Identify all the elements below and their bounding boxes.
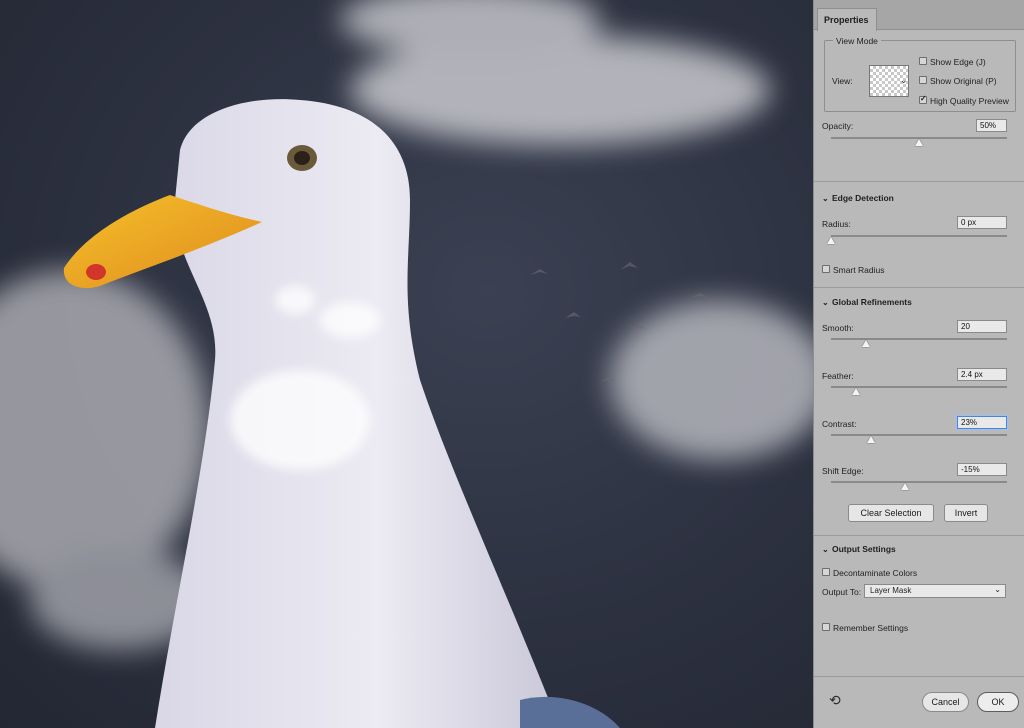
panel-tab-strip: Properties bbox=[814, 0, 1024, 31]
decontaminate-colors-checkbox[interactable] bbox=[822, 568, 830, 576]
view-mode-legend: View Mode bbox=[833, 36, 881, 46]
contrast-slider-thumb[interactable] bbox=[867, 436, 876, 443]
chevron-down-icon: ⌄ bbox=[822, 545, 829, 554]
invert-button[interactable]: Invert bbox=[944, 504, 988, 522]
show-edge-checkbox[interactable] bbox=[919, 57, 927, 65]
chevron-down-icon[interactable]: ⌄ bbox=[900, 75, 908, 86]
high-quality-preview-checkbox[interactable] bbox=[919, 94, 927, 104]
remember-settings-label: Remember Settings bbox=[833, 623, 909, 633]
view-mode-group: View Mode View: ⌄ Show Edge (J) Show Ori… bbox=[824, 36, 1016, 112]
feather-slider-thumb[interactable] bbox=[851, 388, 860, 395]
clear-selection-button[interactable]: Clear Selection bbox=[848, 504, 934, 522]
section-divider bbox=[814, 535, 1024, 536]
chevron-down-icon: ⌄ bbox=[822, 298, 829, 307]
smart-radius-label: Smart Radius bbox=[833, 265, 885, 275]
shift-edge-input[interactable]: -15% bbox=[957, 463, 1007, 476]
edge-detection-title: Edge Detection bbox=[832, 193, 894, 203]
opacity-input[interactable]: 50% bbox=[976, 119, 1007, 132]
section-divider bbox=[814, 287, 1024, 288]
seagull-photo bbox=[0, 0, 813, 728]
section-divider bbox=[814, 676, 1024, 677]
global-refinements-header[interactable]: ⌄ Global Refinements bbox=[822, 297, 912, 307]
radius-label: Radius: bbox=[822, 219, 851, 229]
radius-slider-thumb[interactable] bbox=[827, 237, 835, 244]
show-original-checkbox[interactable] bbox=[919, 76, 927, 84]
properties-panel: Properties View Mode View: ⌄ Show Edge (… bbox=[813, 0, 1024, 728]
shift-edge-slider-track[interactable] bbox=[831, 481, 1007, 483]
smooth-label: Smooth: bbox=[822, 323, 854, 333]
section-divider bbox=[814, 181, 1024, 182]
opacity-label: Opacity: bbox=[822, 121, 854, 131]
chevron-down-icon: ⌄ bbox=[994, 585, 1001, 594]
smart-radius-checkbox[interactable] bbox=[822, 265, 830, 273]
shift-edge-label: Shift Edge: bbox=[822, 466, 864, 476]
chevron-down-icon: ⌄ bbox=[822, 194, 829, 203]
edge-detection-header[interactable]: ⌄ Edge Detection bbox=[822, 193, 894, 203]
output-to-value: Layer Mask bbox=[870, 586, 912, 595]
output-settings-title: Output Settings bbox=[832, 544, 896, 554]
tab-properties[interactable]: Properties bbox=[817, 8, 877, 31]
output-to-label: Output To: bbox=[822, 587, 862, 597]
show-edge-label: Show Edge (J) bbox=[930, 57, 986, 67]
output-settings-header[interactable]: ⌄ Output Settings bbox=[822, 544, 896, 554]
show-original-label: Show Original (P) bbox=[930, 76, 997, 86]
remember-settings-checkbox[interactable] bbox=[822, 623, 830, 631]
view-label: View: bbox=[832, 76, 853, 86]
image-canvas[interactable] bbox=[0, 0, 813, 728]
radius-input[interactable]: 0 px bbox=[957, 216, 1007, 229]
shift-edge-slider-thumb[interactable] bbox=[900, 483, 909, 490]
ok-button[interactable]: OK bbox=[977, 692, 1019, 712]
contrast-label: Contrast: bbox=[822, 419, 857, 429]
smooth-slider-track[interactable] bbox=[831, 338, 1007, 340]
reset-icon[interactable]: ⟲ bbox=[829, 692, 841, 709]
output-to-select[interactable]: Layer Mask ⌄ bbox=[864, 584, 1006, 598]
high-quality-preview-label: High Quality Preview bbox=[930, 96, 1009, 106]
opacity-slider-thumb[interactable] bbox=[915, 139, 923, 146]
smooth-input[interactable]: 20 bbox=[957, 320, 1007, 333]
decontaminate-colors-label: Decontaminate Colors bbox=[833, 568, 918, 578]
smooth-slider-thumb[interactable] bbox=[862, 340, 871, 347]
feather-label: Feather: bbox=[822, 371, 854, 381]
global-refinements-title: Global Refinements bbox=[832, 297, 912, 307]
cancel-button[interactable]: Cancel bbox=[922, 692, 969, 712]
radius-slider-track[interactable] bbox=[831, 235, 1007, 237]
contrast-slider-track[interactable] bbox=[831, 434, 1007, 436]
contrast-input[interactable]: 23% bbox=[957, 416, 1007, 429]
feather-input[interactable]: 2.4 px bbox=[957, 368, 1007, 381]
